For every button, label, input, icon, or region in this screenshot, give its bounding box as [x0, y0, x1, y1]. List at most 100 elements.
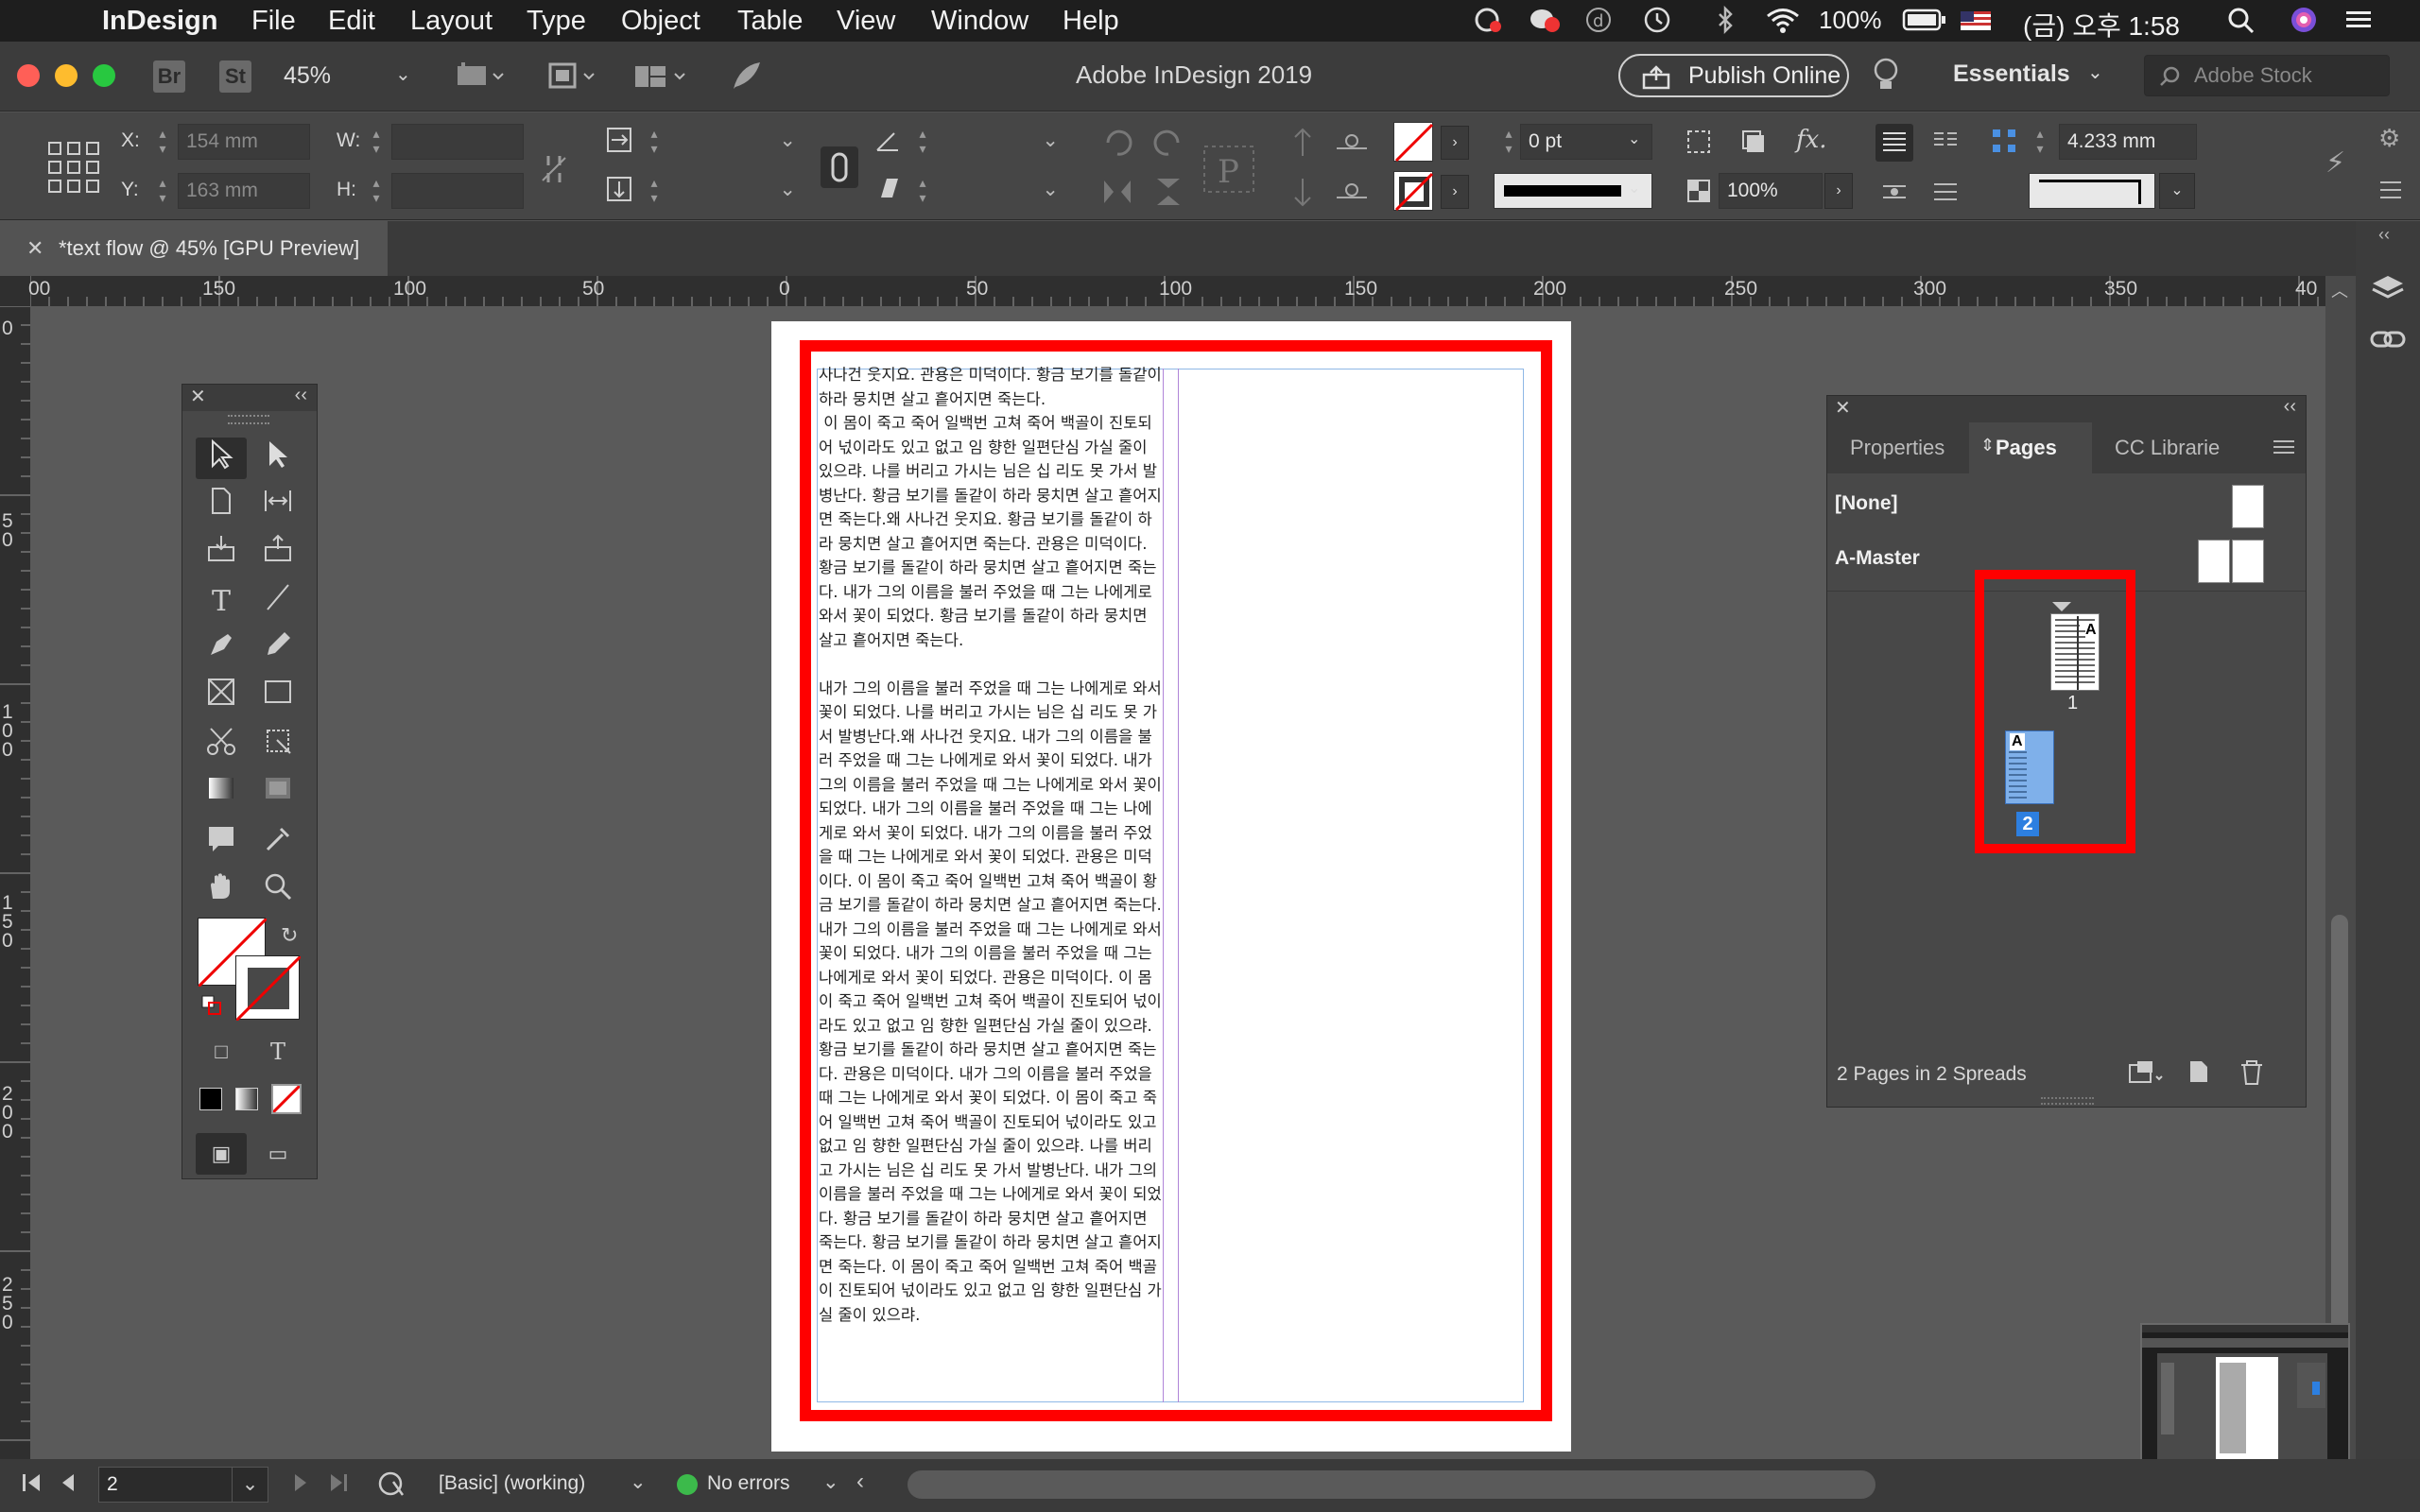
- scale-y-icon[interactable]: [605, 175, 633, 208]
- a-master-left-thumbnail[interactable]: [2198, 540, 2230, 583]
- first-page-icon[interactable]: [21, 1470, 43, 1501]
- workspace-switcher[interactable]: Essentials: [1953, 60, 2070, 88]
- app-menu-indesign[interactable]: InDesign: [102, 6, 217, 37]
- master-none-thumbnail[interactable]: [2232, 485, 2264, 528]
- scale-y-field[interactable]: ⌄: [667, 173, 805, 209]
- d-app-icon[interactable]: d: [1582, 6, 1615, 34]
- reference-point-icon[interactable]: [47, 141, 100, 198]
- previous-page-icon[interactable]: [59, 1470, 78, 1501]
- rotation-angle-icon[interactable]: [873, 128, 902, 159]
- type-tool[interactable]: T: [196, 581, 247, 623]
- frame-fitting-icon[interactable]: [1685, 128, 1713, 161]
- spacing-field[interactable]: 4.233 mm: [2059, 124, 2197, 160]
- collapse-tools-icon[interactable]: ‹‹: [295, 385, 307, 406]
- screen-mode-icon[interactable]: [544, 59, 597, 97]
- selection-tool[interactable]: [196, 438, 247, 479]
- frame-style-field[interactable]: [2029, 173, 2155, 209]
- tools-panel-header[interactable]: ✕ ‹‹: [182, 385, 317, 411]
- wifi-icon[interactable]: [1764, 6, 1799, 34]
- content-placer-tool[interactable]: [252, 532, 303, 574]
- panel-menu-icon[interactable]: [2272, 436, 2296, 463]
- rotate-ccw-icon[interactable]: [1151, 126, 1185, 164]
- menu-view[interactable]: View: [837, 6, 895, 37]
- page-dropdown-chevron-icon[interactable]: ⌄: [232, 1468, 268, 1502]
- apply-none-icon[interactable]: [271, 1084, 302, 1114]
- fill-swatch-none-icon[interactable]: [1393, 122, 1434, 163]
- control-menu-icon[interactable]: [2378, 179, 2403, 206]
- notification-icon[interactable]: [1528, 6, 1560, 34]
- dock-collapse-icon[interactable]: ‹‹: [2378, 225, 2390, 245]
- preflight-chevron-icon[interactable]: ⌄: [822, 1470, 839, 1494]
- hand-tool[interactable]: [196, 870, 247, 912]
- opacity-icon[interactable]: [1685, 177, 1713, 210]
- edit-page-size-icon[interactable]: [2126, 1057, 2164, 1093]
- stroke-type-chevron-icon[interactable]: ⌄: [1628, 179, 1640, 198]
- close-tools-icon[interactable]: ✕: [190, 385, 206, 408]
- line-tool[interactable]: [252, 581, 303, 623]
- y-stepper[interactable]: ▴ ▾: [155, 175, 170, 209]
- gap-tool[interactable]: [252, 485, 303, 526]
- quick-apply-lightning-icon[interactable]: ⚡: [2325, 146, 2345, 180]
- profile-chevron-icon[interactable]: ⌄: [630, 1470, 647, 1494]
- new-page-icon[interactable]: [2185, 1057, 2213, 1091]
- menu-type[interactable]: Type: [527, 6, 586, 37]
- eyedropper-tool[interactable]: [252, 823, 303, 865]
- publish-feather-icon[interactable]: [730, 59, 764, 97]
- align-center-text-icon[interactable]: [1876, 173, 1913, 215]
- vertical-ruler[interactable]: 0 50 100 150 200 250: [0, 306, 30, 1459]
- effects-fx-icon[interactable]: fx.: [1796, 126, 1827, 154]
- page-tool[interactable]: [196, 485, 247, 526]
- menu-file[interactable]: File: [251, 6, 296, 37]
- tab-cc-libraries[interactable]: CC Librarie: [2092, 422, 2253, 473]
- opacity-arrow-icon[interactable]: ›: [1824, 173, 1853, 209]
- stroke-weight-chevron-icon[interactable]: ⌄: [1628, 129, 1640, 148]
- stroke-menu-arrow-icon[interactable]: ›: [1441, 175, 1469, 209]
- last-page-icon[interactable]: [327, 1470, 350, 1501]
- shear-field[interactable]: ⌄: [936, 173, 1068, 209]
- open-page-icon[interactable]: [376, 1469, 408, 1506]
- adobe-stock-search[interactable]: Adobe Stock: [2144, 55, 2390, 96]
- gap-spacing-icon[interactable]: [1989, 126, 2019, 161]
- view-options-icon[interactable]: [454, 59, 507, 97]
- scroll-left-icon[interactable]: ‹: [856, 1469, 864, 1495]
- tab-properties[interactable]: Properties: [1827, 422, 1969, 473]
- frame-style-chevron-icon[interactable]: ⌄: [2159, 173, 2195, 209]
- scroll-up-arrow-icon[interactable]: ︿: [2331, 278, 2348, 302]
- page-number-field[interactable]: 2 ⌄: [98, 1467, 268, 1503]
- spotlight-icon[interactable]: [2225, 6, 2257, 34]
- pen-tool[interactable]: [196, 628, 247, 670]
- columns-icon[interactable]: [1928, 124, 1962, 166]
- next-page-icon[interactable]: [291, 1470, 310, 1501]
- workspace-chevron-icon[interactable]: ⌄: [2087, 60, 2103, 84]
- rotation-stepper[interactable]: ▴ ▾: [915, 126, 930, 160]
- menu-table[interactable]: Table: [737, 6, 803, 37]
- content-collector-tool[interactable]: [196, 532, 247, 574]
- stroke-swatch-icon[interactable]: [234, 954, 302, 1022]
- lightbulb-icon[interactable]: [1870, 55, 1902, 101]
- free-transform-tool[interactable]: [252, 725, 303, 766]
- spacing-stepper[interactable]: ▴ ▾: [2032, 126, 2048, 160]
- close-tab-icon[interactable]: ✕: [26, 221, 43, 276]
- stroke-weight-stepper[interactable]: ▴ ▾: [1501, 126, 1516, 160]
- scale-y-stepper[interactable]: ▴ ▾: [647, 175, 662, 209]
- flip-horizontal-icon[interactable]: [1100, 175, 1134, 214]
- menu-layout[interactable]: Layout: [410, 6, 493, 37]
- bridge-button[interactable]: Br: [153, 60, 185, 93]
- battery-icon[interactable]: [1902, 6, 1947, 34]
- gradient-feather-tool[interactable]: [252, 772, 303, 814]
- stock-button[interactable]: St: [219, 60, 251, 93]
- time-machine-icon[interactable]: [1641, 6, 1673, 34]
- preflight-profile[interactable]: [Basic] (working): [439, 1472, 585, 1495]
- zoom-tool[interactable]: [252, 870, 303, 912]
- links-icon[interactable]: [2369, 325, 2407, 358]
- horizontal-ruler[interactable]: 00 150 100 50 0 50 100 150 200 250 300 3…: [28, 276, 2325, 306]
- menu-help[interactable]: Help: [1063, 6, 1119, 37]
- master-none-row[interactable]: [None]: [1827, 477, 2306, 530]
- menu-edit[interactable]: Edit: [328, 6, 375, 37]
- pencil-tool[interactable]: [252, 628, 303, 670]
- scale-x-field[interactable]: ⌄: [667, 124, 805, 160]
- y-position-field[interactable]: 163 mm: [178, 173, 310, 209]
- scissors-tool[interactable]: [196, 725, 247, 766]
- pages-panel-topbar[interactable]: ✕ ‹‹: [1827, 396, 2306, 422]
- rectangle-frame-tool[interactable]: [196, 676, 247, 717]
